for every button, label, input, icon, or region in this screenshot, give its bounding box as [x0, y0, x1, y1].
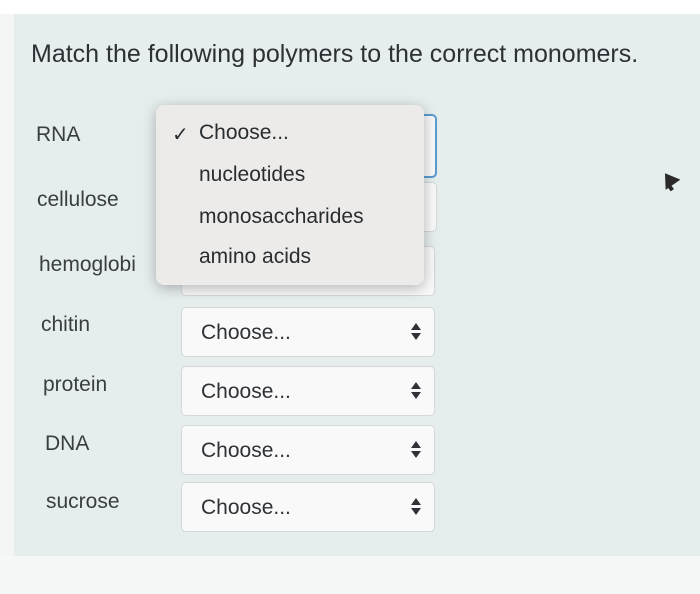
- menu-option-choose[interactable]: Choose...: [199, 121, 289, 145]
- question-text: Match the following polymers to the corr…: [31, 40, 639, 68]
- term-cellulose: cellulose: [37, 188, 119, 211]
- bottom-strip: [0, 556, 700, 594]
- select-dna-value: Choose...: [201, 439, 291, 462]
- select-sucrose-value: Choose...: [201, 496, 291, 519]
- select-protein[interactable]: Choose...: [181, 366, 435, 416]
- menu-option-monosaccharides[interactable]: monosaccharides: [199, 205, 364, 229]
- term-rna: RNA: [36, 123, 81, 146]
- top-strip: [0, 0, 700, 14]
- select-chitin-value: Choose...: [201, 321, 291, 344]
- up-down-arrows-icon: [411, 498, 421, 516]
- up-down-arrows-icon: [411, 382, 421, 400]
- term-chitin: chitin: [41, 313, 91, 336]
- up-down-arrows-icon: [411, 323, 421, 341]
- menu-option-amino-acids[interactable]: amino acids: [199, 245, 311, 269]
- select-sucrose[interactable]: Choose...: [181, 482, 435, 532]
- term-hemoglobin: hemoglobi: [39, 253, 136, 276]
- term-dna: DNA: [45, 432, 90, 455]
- term-protein: protein: [43, 373, 108, 396]
- select-protein-value: Choose...: [201, 380, 291, 403]
- select-dna[interactable]: Choose...: [181, 425, 435, 475]
- dropdown-menu: ✓ Choose... nucleotides monosaccharides …: [156, 105, 424, 285]
- up-down-arrows-icon: [411, 441, 421, 459]
- menu-option-nucleotides[interactable]: nucleotides: [199, 163, 305, 187]
- select-chitin[interactable]: Choose...: [181, 307, 435, 357]
- checkmark-icon: ✓: [172, 124, 189, 146]
- term-sucrose: sucrose: [46, 490, 120, 513]
